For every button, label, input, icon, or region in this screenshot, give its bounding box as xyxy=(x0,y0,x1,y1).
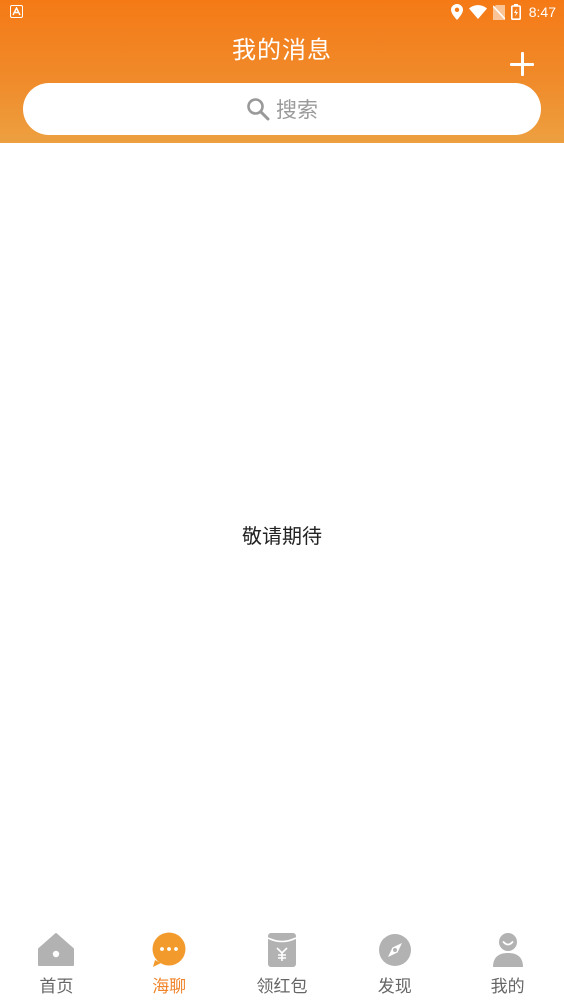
user-icon xyxy=(492,933,523,967)
tab-home[interactable]: 首页 xyxy=(0,925,113,1002)
status-bar: 8:47 xyxy=(0,0,564,24)
red-envelope-icon xyxy=(267,933,297,967)
battery-icon xyxy=(510,4,521,20)
page-title: 我的消息 xyxy=(232,36,332,64)
home-icon xyxy=(38,933,75,966)
app-notification-icon xyxy=(10,5,23,18)
tab-me[interactable]: 我的 xyxy=(451,925,564,1002)
search-input[interactable]: 搜索 xyxy=(23,83,541,135)
tab-label: 首页 xyxy=(39,977,74,997)
status-time: 8:47 xyxy=(528,4,556,20)
add-button[interactable] xyxy=(510,52,536,78)
location-icon xyxy=(450,4,463,20)
tab-discover[interactable]: 发现 xyxy=(338,925,451,1002)
search-icon xyxy=(247,98,270,121)
tab-chat[interactable]: 海聊 xyxy=(113,925,226,1002)
tab-label: 海聊 xyxy=(152,977,187,997)
wifi-icon xyxy=(468,5,487,19)
chat-bubble-icon xyxy=(152,932,186,967)
tab-red-envelope[interactable]: 领红包 xyxy=(226,925,339,1002)
empty-state-message: 敬请期待 xyxy=(242,524,322,548)
search-placeholder: 搜索 xyxy=(276,98,318,122)
no-sim-icon xyxy=(492,4,505,20)
tab-label: 领红包 xyxy=(256,977,308,997)
tab-label: 我的 xyxy=(490,977,525,997)
bottom-tab-bar: 首页 海聊 领红包 发现 我的 xyxy=(0,925,564,1002)
tab-label: 发现 xyxy=(377,977,412,997)
header-bar: 8:47 我的消息 搜索 xyxy=(0,0,564,143)
compass-icon xyxy=(378,934,411,966)
